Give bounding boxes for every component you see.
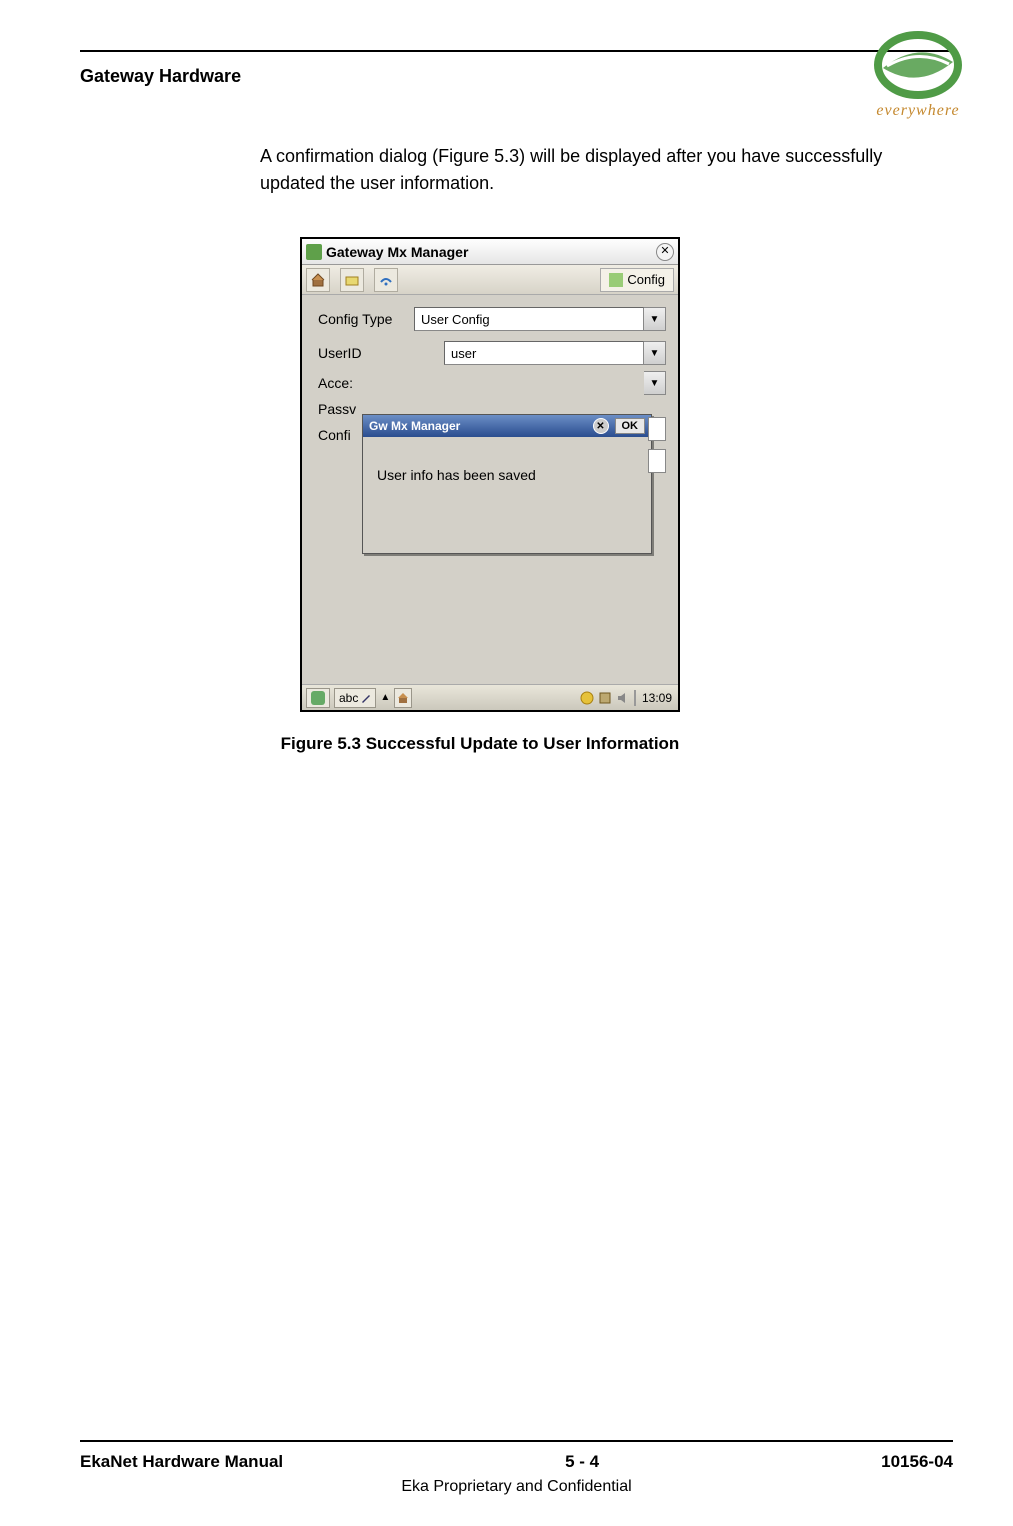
toolbar: Config — [302, 265, 678, 295]
toolbar-btn-1[interactable] — [306, 268, 330, 292]
footer-left: EkaNet Hardware Manual — [80, 1452, 283, 1472]
field-peek — [648, 449, 666, 473]
header-rule — [80, 50, 953, 52]
dialog-title: Gw Mx Manager — [369, 419, 460, 433]
dialog-message: User info has been saved — [363, 437, 651, 483]
input-mode-label: abc — [339, 691, 358, 705]
label-confirm: Confi — [318, 427, 364, 443]
label-access: Acce: — [318, 375, 364, 391]
folder-icon — [345, 273, 359, 287]
label-user-id: UserID — [318, 345, 414, 361]
input-config-type[interactable]: User Config — [414, 307, 644, 331]
close-icon[interactable]: ✕ — [656, 243, 674, 261]
field-peek — [648, 417, 666, 441]
swirl-logo-icon — [873, 30, 963, 100]
brand-logo: everywhere — [863, 30, 973, 120]
dropdown-arrow-icon[interactable]: ▼ — [644, 371, 666, 395]
pencil-icon — [361, 693, 371, 703]
start-icon — [311, 691, 325, 705]
body-paragraph: A confirmation dialog (Figure 5.3) will … — [260, 143, 910, 197]
config-tab-label: Config — [627, 272, 665, 287]
dropdown-arrow-icon[interactable]: ▼ — [644, 341, 666, 365]
tray-icon-1[interactable] — [580, 691, 594, 705]
taskbar: abc ▲ 13:09 — [302, 684, 678, 710]
page-footer: EkaNet Hardware Manual 5 - 4 10156-04 Ek… — [80, 1440, 953, 1496]
tray-divider — [634, 690, 636, 706]
toolbar-btn-2[interactable] — [340, 268, 364, 292]
section-title: Gateway Hardware — [80, 66, 953, 87]
chevron-up-icon[interactable]: ▲ — [380, 692, 390, 703]
footer-sub: Eka Proprietary and Confidential — [80, 1478, 953, 1496]
footer-rule — [80, 1440, 953, 1442]
window-title: Gateway Mx Manager — [326, 244, 652, 260]
app-icon — [306, 244, 322, 260]
tray-icon-2[interactable] — [598, 691, 612, 705]
figure-caption: Figure 5.3 Successful Update to User Inf… — [260, 734, 700, 754]
taskbar-app-button[interactable] — [394, 688, 412, 708]
home-icon — [311, 273, 325, 287]
input-user-id[interactable]: user — [444, 341, 644, 365]
input-mode-indicator[interactable]: abc — [334, 688, 376, 708]
config-tab[interactable]: Config — [600, 268, 674, 292]
config-tab-icon — [609, 273, 623, 287]
toolbar-btn-3[interactable] — [374, 268, 398, 292]
window-titlebar: Gateway Mx Manager ✕ — [302, 239, 678, 265]
clock: 13:09 — [640, 691, 674, 705]
start-button[interactable] — [306, 688, 330, 708]
figure-screenshot: Gateway Mx Manager ✕ Config Config Type — [300, 237, 700, 712]
confirmation-dialog: Gw Mx Manager ✕ OK User info has been sa… — [362, 414, 652, 554]
footer-right: 10156-04 — [881, 1452, 953, 1472]
dialog-titlebar: Gw Mx Manager ✕ OK — [363, 415, 651, 437]
label-config-type: Config Type — [318, 311, 414, 327]
app-window: Gateway Mx Manager ✕ Config Config Type — [300, 237, 680, 712]
footer-center: 5 - 4 — [565, 1452, 599, 1472]
dropdown-arrow-icon[interactable]: ▼ — [644, 307, 666, 331]
label-password: Passv — [318, 401, 364, 417]
logo-text: everywhere — [863, 102, 973, 120]
house-icon — [397, 692, 409, 704]
speaker-icon[interactable] — [616, 691, 630, 705]
wifi-icon — [379, 273, 393, 287]
dialog-ok-button[interactable]: OK — [615, 418, 646, 434]
dialog-close-icon[interactable]: ✕ — [593, 418, 609, 434]
